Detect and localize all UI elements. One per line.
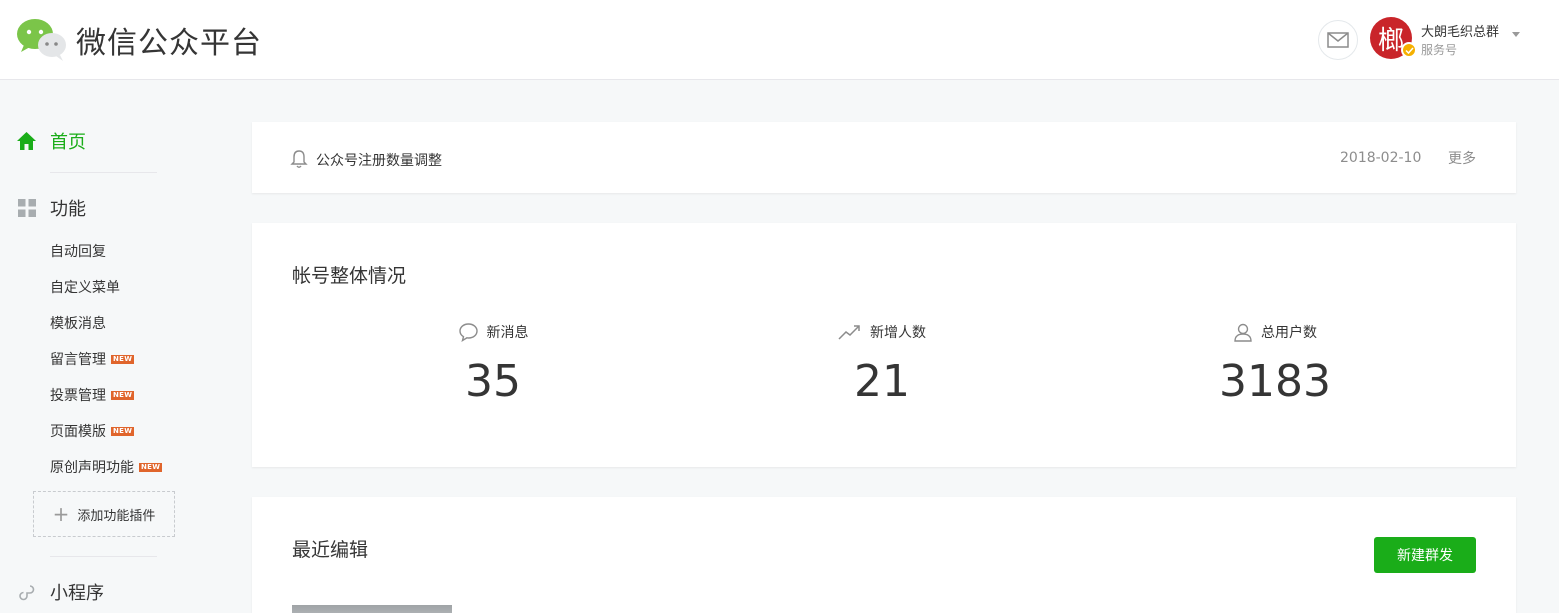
wechat-logo-icon <box>16 18 68 62</box>
grid-icon <box>18 199 36 217</box>
brand-title: 微信公众平台 <box>76 26 262 61</box>
message-bubble-icon <box>458 323 478 342</box>
account-name[interactable]: 大朗毛织总群 <box>1421 21 1499 40</box>
add-plugin-button[interactable]: + 添加功能插件 <box>33 491 175 537</box>
notice-more-link[interactable]: 更多 <box>1448 148 1476 168</box>
notice-title-link[interactable]: 公众号注册数量调整 <box>316 150 442 170</box>
stat-value: 3183 <box>1219 356 1331 407</box>
mail-icon <box>1327 32 1349 48</box>
sidebar-item-label: 模板消息 <box>50 316 106 332</box>
verified-badge-icon <box>1401 42 1417 58</box>
stat-new-followers[interactable]: 新增人数 21 <box>732 322 1032 404</box>
account-dropdown-chevron-down-icon[interactable] <box>1512 32 1520 37</box>
stat-label: 新消息 <box>486 325 529 341</box>
sidebar-item-custom-menu[interactable]: 自定义菜单 <box>50 277 120 297</box>
brand-logo[interactable]: 微信公众平台 <box>16 18 262 62</box>
sidebar-section-miniprogram[interactable]: 小程序 <box>18 579 104 605</box>
account-overview-card: 帐号整体情况 新消息 35 新增人数 21 总用户数 3183 <box>252 223 1516 467</box>
new-badge: NEW <box>111 354 135 364</box>
home-icon <box>17 132 36 150</box>
sidebar-section-function: 功能 <box>18 195 86 221</box>
sidebar-item-label: 留言管理 <box>50 352 106 368</box>
stat-label: 总用户数 <box>1261 325 1317 341</box>
sidebar-item-comment-management[interactable]: 留言管理 NEW <box>50 349 135 369</box>
recent-edit-card: 最近编辑 新建群发 <box>252 497 1516 613</box>
user-icon <box>1234 323 1252 342</box>
sidebar-miniprogram-label: 小程序 <box>50 583 104 604</box>
stat-value: 35 <box>465 356 521 407</box>
add-plugin-label: 添加功能插件 <box>77 508 156 524</box>
overview-title: 帐号整体情况 <box>292 265 407 287</box>
sidebar-function-label: 功能 <box>50 199 86 220</box>
account-type: 服务号 <box>1421 43 1458 57</box>
stat-total-users[interactable]: 总用户数 3183 <box>1125 322 1425 404</box>
notice-date: 2018-02-10 <box>1340 150 1422 166</box>
sidebar-item-vote-management[interactable]: 投票管理 NEW <box>50 385 135 405</box>
sidebar-item-label: 原创声明功能 <box>50 460 134 476</box>
new-broadcast-button[interactable]: 新建群发 <box>1374 537 1476 573</box>
sidebar-item-page-template[interactable]: 页面模版 NEW <box>50 421 135 441</box>
plus-icon: + <box>52 502 70 526</box>
sidebar-divider <box>50 172 157 173</box>
sidebar: 首页 功能 自动回复 自定义菜单 模板消息 留言管理 NEW 投票管理 NEW … <box>0 80 230 613</box>
miniprogram-link-icon <box>19 585 35 601</box>
sidebar-item-label: 页面模版 <box>50 424 106 440</box>
sidebar-item-auto-reply[interactable]: 自动回复 <box>50 241 106 261</box>
recent-edit-title: 最近编辑 <box>292 539 369 561</box>
sidebar-home-label: 首页 <box>50 132 86 153</box>
sidebar-item-label: 自动回复 <box>50 244 106 260</box>
sidebar-item-home[interactable]: 首页 <box>16 128 86 154</box>
notice-card: 公众号注册数量调整 2018-02-10 更多 <box>252 122 1516 193</box>
sidebar-item-template-message[interactable]: 模板消息 <box>50 313 106 333</box>
stat-label: 新增人数 <box>870 325 926 341</box>
new-badge: NEW <box>111 390 135 400</box>
sidebar-item-label: 投票管理 <box>50 388 106 404</box>
trend-up-icon <box>838 325 860 340</box>
stat-new-messages[interactable]: 新消息 35 <box>343 322 643 404</box>
recent-article-thumbnail[interactable] <box>292 605 452 613</box>
stat-value: 21 <box>854 356 910 407</box>
sidebar-item-original-declaration[interactable]: 原创声明功能 NEW <box>50 457 163 477</box>
mail-button[interactable] <box>1318 20 1358 60</box>
sidebar-divider <box>50 556 157 557</box>
new-badge: NEW <box>111 426 135 436</box>
bell-icon <box>290 150 308 168</box>
top-header: 微信公众平台 榔 大朗毛织总群 服务号 <box>0 0 1559 80</box>
sidebar-item-label: 自定义菜单 <box>50 280 120 296</box>
new-badge: NEW <box>139 462 163 472</box>
